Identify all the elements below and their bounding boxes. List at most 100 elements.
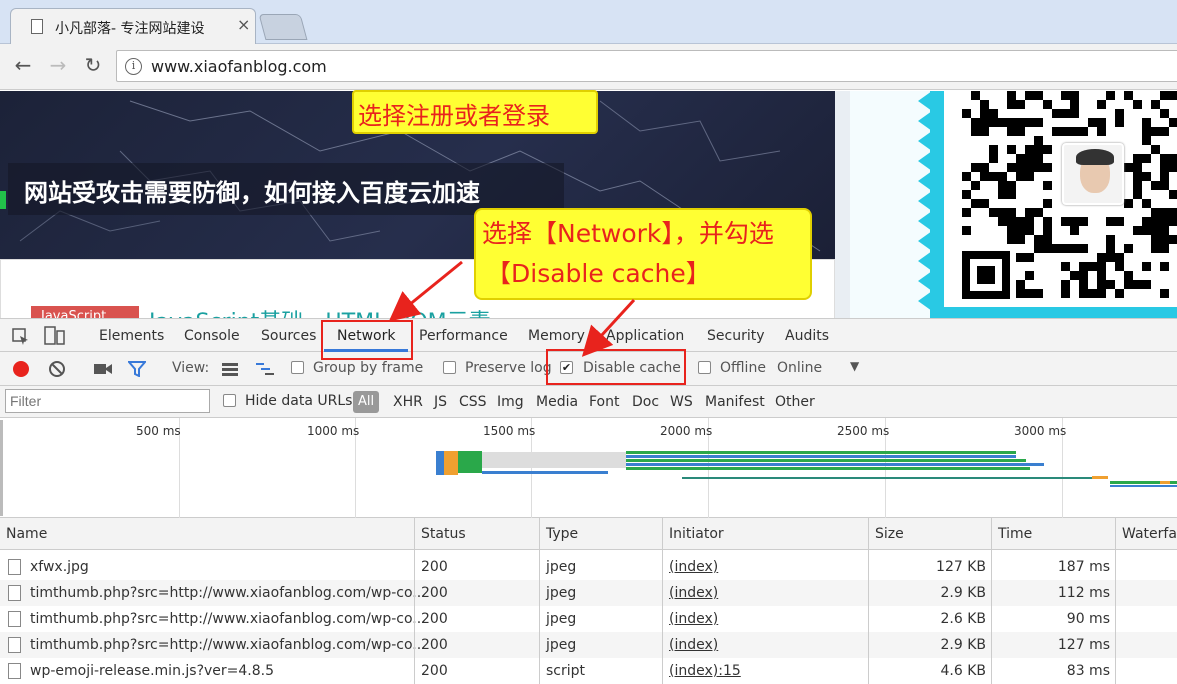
capture-screenshots-icon[interactable] [93, 361, 113, 377]
column-header-size[interactable]: Size [875, 526, 904, 542]
address-url[interactable]: www.xiaofanblog.com [151, 57, 327, 76]
hide-data-urls-checkbox[interactable] [223, 394, 236, 407]
filter-ws[interactable]: WS [670, 394, 693, 410]
hide-data-urls-label[interactable]: Hide data URLs [245, 393, 352, 409]
clear-icon[interactable] [48, 360, 66, 378]
qr-module [1070, 271, 1079, 280]
request-initiator[interactable]: (index) [669, 585, 718, 601]
column-header-initiator[interactable]: Initiator [669, 526, 724, 542]
tab-console[interactable]: Console [184, 328, 240, 344]
column-header-type[interactable]: Type [546, 526, 578, 542]
filter-other[interactable]: Other [775, 394, 815, 410]
column-header-name[interactable]: Name [6, 526, 47, 542]
qr-module [971, 118, 980, 127]
chevron-down-icon[interactable]: ▼ [850, 359, 859, 373]
request-initiator[interactable]: (index) [669, 611, 718, 627]
large-rows-icon[interactable] [221, 361, 239, 377]
qr-module [1115, 217, 1124, 226]
column-divider[interactable] [868, 518, 869, 684]
address-bar[interactable]: i www.xiaofanblog.com [116, 50, 1177, 82]
hero-headline[interactable]: 网站受攻击需要防御，如何接入百度云加速 [24, 173, 480, 208]
request-initiator[interactable]: (index) [669, 637, 718, 653]
table-row[interactable]: wp-emoji-release.min.js?ver=4.8.5 200 sc… [0, 658, 1177, 684]
tab-elements[interactable]: Elements [99, 328, 164, 344]
column-header-waterfall[interactable]: Waterfall [1122, 526, 1177, 542]
filter-img[interactable]: Img [497, 394, 524, 410]
new-tab-button[interactable] [258, 14, 308, 40]
filter-font[interactable]: Font [589, 394, 619, 410]
request-name[interactable]: wp-emoji-release.min.js?ver=4.8.5 [30, 663, 274, 679]
qr-module [1025, 163, 1034, 172]
qr-module [971, 91, 980, 100]
group-by-frame-label[interactable]: Group by frame [313, 360, 423, 376]
back-arrow-icon[interactable]: ← [9, 53, 37, 77]
offline-checkbox[interactable] [698, 361, 711, 374]
filter-input-box[interactable] [5, 389, 210, 413]
preserve-log-checkbox[interactable] [443, 361, 456, 374]
column-divider[interactable] [662, 518, 663, 684]
request-name[interactable]: timthumb.php?src=http://www.xiaofanblog.… [30, 611, 426, 627]
tab-application[interactable]: Application [606, 328, 684, 344]
filter-manifest[interactable]: Manifest [705, 394, 765, 410]
qr-module [1025, 271, 1034, 280]
qr-module [1160, 181, 1169, 190]
table-row[interactable]: xfwx.jpg 200 jpeg (index) 127 KB 187 ms [0, 554, 1177, 580]
tab-sources[interactable]: Sources [261, 328, 316, 344]
qr-module [1106, 253, 1115, 262]
qr-module [1160, 289, 1169, 298]
request-size: 4.6 KB [940, 663, 987, 679]
qr-module [962, 208, 971, 217]
filter-xhr[interactable]: XHR [393, 394, 423, 410]
tab-security[interactable]: Security [707, 328, 765, 344]
close-tab-icon[interactable]: × [237, 15, 250, 34]
category-tag[interactable]: JavaScript [31, 306, 139, 318]
group-by-frame-checkbox[interactable] [291, 361, 304, 374]
column-divider[interactable] [414, 518, 415, 684]
request-initiator[interactable]: (index):15 [669, 663, 741, 679]
filter-funnel-icon[interactable] [128, 361, 146, 377]
filter-doc[interactable]: Doc [632, 394, 659, 410]
overview-waterfall-icon[interactable] [255, 361, 275, 377]
table-row[interactable]: timthumb.php?src=http://www.xiaofanblog.… [0, 632, 1177, 658]
request-name[interactable]: timthumb.php?src=http://www.xiaofanblog.… [30, 585, 426, 601]
request-size: 2.6 KB [940, 611, 987, 627]
filter-all[interactable]: All [353, 391, 379, 413]
qr-module [1007, 208, 1016, 217]
tab-performance[interactable]: Performance [419, 328, 508, 344]
qr-module [1016, 163, 1025, 172]
inspect-element-icon[interactable] [12, 328, 30, 346]
preserve-log-label[interactable]: Preserve log [465, 360, 552, 376]
tab-memory[interactable]: Memory [528, 328, 585, 344]
throttling-select[interactable]: Online [777, 360, 822, 376]
qr-module [980, 163, 989, 172]
qr-module [1007, 118, 1016, 127]
reload-icon[interactable]: ↻ [79, 53, 107, 77]
column-divider[interactable] [539, 518, 540, 684]
request-name[interactable]: xfwx.jpg [30, 559, 89, 575]
table-row[interactable]: timthumb.php?src=http://www.xiaofanblog.… [0, 606, 1177, 632]
request-initiator[interactable]: (index) [669, 559, 718, 575]
device-toolbar-icon[interactable] [44, 326, 66, 346]
qr-module [1151, 244, 1160, 253]
site-info-icon[interactable]: i [125, 58, 142, 75]
column-divider[interactable] [1115, 518, 1116, 684]
column-header-time[interactable]: Time [998, 526, 1032, 542]
column-header-status[interactable]: Status [421, 526, 466, 542]
offline-label[interactable]: Offline [720, 360, 766, 376]
request-name[interactable]: timthumb.php?src=http://www.xiaofanblog.… [30, 637, 426, 653]
filter-js[interactable]: JS [434, 394, 447, 410]
qr-module [1151, 127, 1160, 136]
table-row[interactable]: timthumb.php?src=http://www.xiaofanblog.… [0, 580, 1177, 606]
filter-input[interactable] [6, 390, 209, 412]
record-icon[interactable] [12, 360, 30, 378]
column-divider[interactable] [991, 518, 992, 684]
forward-arrow-icon[interactable]: → [44, 53, 72, 77]
article-title[interactable]: JavaScript基础 - HTML DOM元素 [149, 304, 491, 318]
qr-module [1034, 235, 1043, 244]
qr-module [1124, 244, 1133, 253]
network-overview[interactable]: 500 ms 1000 ms 1500 ms 2000 ms 2500 ms 3… [0, 418, 1177, 518]
browser-tab-active[interactable]: 小凡部落- 专注网站建设 × [10, 8, 256, 44]
tab-audits[interactable]: Audits [785, 328, 829, 344]
filter-css[interactable]: CSS [459, 394, 487, 410]
filter-media[interactable]: Media [536, 394, 578, 410]
